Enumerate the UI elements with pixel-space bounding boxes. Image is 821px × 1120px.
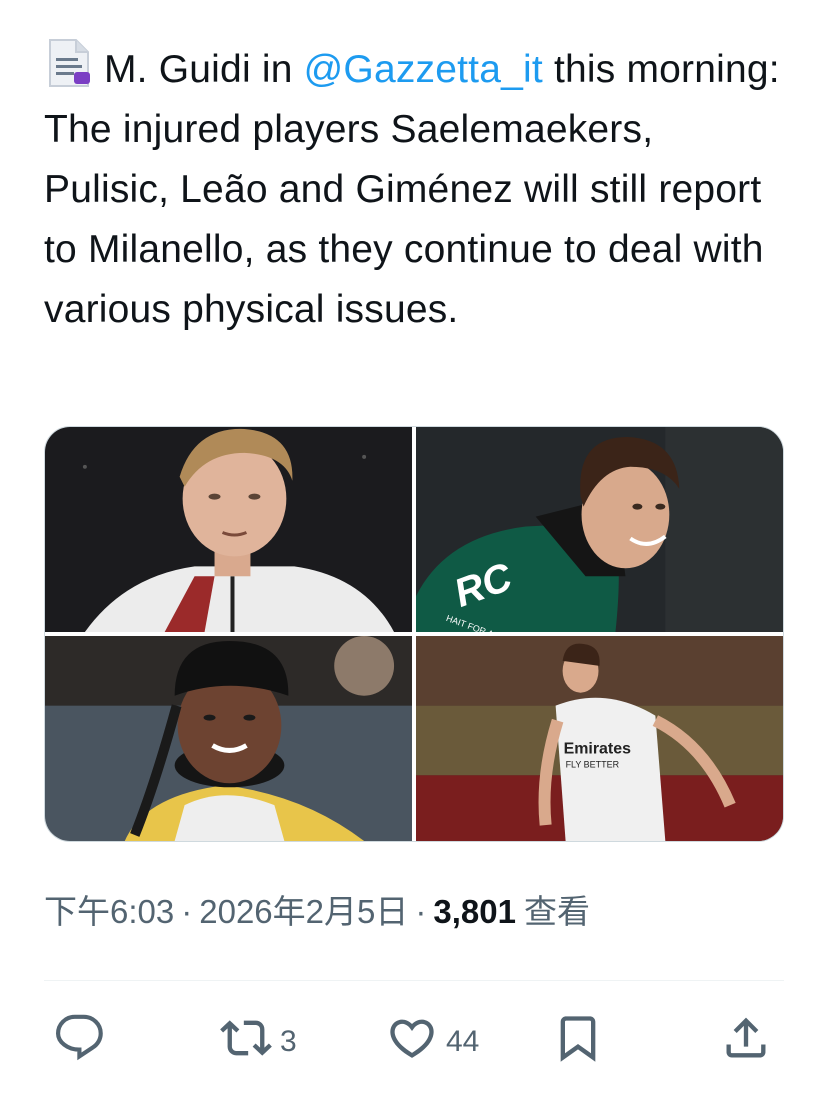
tweet-time[interactable]: 下午6:03 (44, 893, 174, 930)
divider (44, 980, 784, 981)
reply-icon (54, 1012, 106, 1072)
mention-link[interactable]: @Gazzetta_it (304, 48, 543, 91)
views-count: 3,801 (433, 893, 516, 930)
bottom-edge (0, 1106, 821, 1120)
bookmark-button[interactable] (552, 1012, 604, 1072)
retweet-icon (220, 1012, 272, 1072)
meta-separator: · (415, 893, 427, 930)
tweet-meta: 下午6:03 · 2026年2月5日 · 3,801 查看 (44, 890, 590, 934)
retweet-button[interactable]: 3 (220, 1012, 297, 1072)
photo-1[interactable] (45, 427, 412, 632)
retweet-count: 3 (280, 1025, 297, 1058)
tweet-date[interactable]: 2026年2月5日 (199, 893, 408, 930)
photo-2[interactable]: RC HAIT FOR AFRICA (416, 427, 783, 632)
photo-4[interactable]: Emirates FLY BETTER (416, 636, 783, 841)
views-label: 查看 (523, 893, 590, 930)
bookmark-icon (552, 1012, 604, 1072)
photo-3[interactable] (45, 636, 412, 841)
heart-icon (386, 1012, 438, 1072)
document-icon (44, 36, 94, 90)
shirt-text-4: Emirates (564, 740, 631, 757)
like-button[interactable]: 44 (386, 1012, 479, 1072)
reply-button[interactable] (54, 1012, 106, 1072)
media-grid: RC HAIT FOR AFRICA (44, 426, 784, 842)
tweet-text: M. Guidi in @Gazzetta_it this morning: T… (44, 36, 784, 340)
meta-separator: · (181, 893, 193, 930)
like-count: 44 (446, 1025, 480, 1058)
shirt-subtext-4: FLY BETTER (566, 759, 620, 769)
share-button[interactable] (720, 1012, 772, 1072)
share-icon (720, 1012, 772, 1072)
action-bar: 3 44 (44, 1012, 784, 1072)
tweet-text-before: M. Guidi in (104, 48, 304, 91)
